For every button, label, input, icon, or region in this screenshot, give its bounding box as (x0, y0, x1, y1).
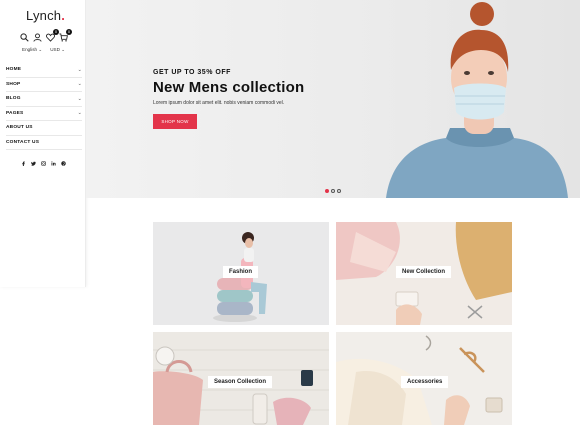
hero-subtitle: GET UP TO 35% OFF (153, 69, 231, 76)
chevron-down-icon: ⌄ (61, 47, 66, 52)
currency-select[interactable]: USD ⌄ (50, 47, 65, 53)
category-tile-new-collection[interactable]: New Collection (336, 222, 512, 325)
slide-dot-1[interactable] (325, 189, 329, 193)
menu-item-blog[interactable]: BLOG ⌄ (6, 92, 82, 107)
menu-item-home[interactable]: HOME ⌄ (6, 63, 82, 78)
locale-selectors: English ⌄ USD ⌄ (22, 47, 65, 53)
user-icon[interactable] (33, 32, 42, 42)
category-tile-season-collection[interactable]: Season Collection (153, 332, 329, 425)
category-label: Fashion (223, 266, 259, 278)
sidebar: Lynch. 0 0 English ⌄ USD ⌄ HOME ⌄ SHOP ⌄ B… (0, 0, 86, 287)
slider-pagination (325, 189, 341, 193)
main-menu: HOME ⌄ SHOP ⌄ BLOG ⌄ PAGES ⌄ ABOUT US CONTAC… (6, 63, 82, 150)
menu-item-label: ABOUT US (6, 125, 33, 131)
pinterest-icon[interactable] (61, 161, 66, 166)
social-links (21, 161, 66, 166)
chevron-down-icon: ⌄ (77, 66, 82, 73)
chevron-down-icon: ⌄ (38, 47, 43, 52)
menu-item-shop[interactable]: SHOP ⌄ (6, 78, 82, 92)
brand-name: Lynch (26, 8, 62, 23)
cart-count-badge: 0 (66, 28, 72, 35)
chevron-down-icon: ⌄ (77, 110, 82, 117)
chevron-down-icon: ⌄ (77, 81, 82, 88)
cart-icon[interactable]: 0 (59, 28, 72, 42)
chevron-down-icon: ⌄ (77, 95, 82, 102)
menu-item-label: BLOG (6, 96, 21, 102)
menu-item-label: HOME (6, 67, 22, 73)
category-tile-accessories[interactable]: Accessories (336, 332, 512, 425)
menu-item-about-us[interactable]: ABOUT US (6, 121, 82, 136)
facebook-icon[interactable] (21, 161, 26, 166)
category-label: Accessories (401, 376, 449, 388)
hero-text: GET UP TO 35% OFF New Mens collection Lo… (153, 69, 304, 106)
linkedin-icon[interactable] (51, 161, 56, 166)
hero-slider: GET UP TO 35% OFF New Mens collection Lo… (86, 0, 580, 198)
slide-dot-2[interactable] (331, 189, 335, 193)
twitter-icon[interactable] (31, 161, 36, 166)
menu-item-label: CONTACT US (6, 139, 40, 145)
menu-item-label: SHOP (6, 81, 21, 87)
category-label: New Collection (396, 266, 452, 278)
category-tile-fashion[interactable]: Fashion (153, 222, 329, 325)
language-value: English (22, 47, 38, 52)
brand-logo[interactable]: Lynch. (26, 8, 65, 23)
hero-title: New Mens collection (153, 79, 305, 96)
search-icon[interactable] (20, 32, 29, 42)
slide-dot-3[interactable] (337, 189, 341, 193)
currency-value: USD (50, 47, 60, 52)
brand-dot: . (61, 8, 66, 23)
menu-item-label: PAGES (6, 110, 24, 116)
menu-item-pages[interactable]: PAGES ⌄ (6, 107, 82, 121)
category-label: Season Collection (208, 376, 273, 388)
hero-description: Lorem ipsum dolor sit amet elit. nobis v… (153, 100, 285, 106)
header-icons: 0 0 (20, 28, 72, 42)
language-select[interactable]: English ⌄ (22, 47, 42, 53)
menu-item-contact-us[interactable]: CONTACT US (6, 136, 82, 150)
shop-now-button[interactable]: SHOP NOW (153, 114, 197, 129)
instagram-icon[interactable] (41, 161, 46, 166)
heart-icon[interactable]: 0 (46, 28, 59, 42)
